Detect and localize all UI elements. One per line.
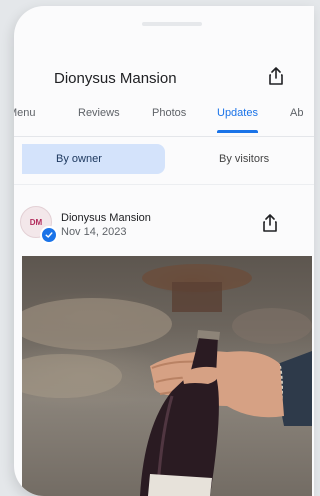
share-button[interactable] bbox=[264, 64, 288, 88]
wine-bottle-photo bbox=[22, 264, 312, 496]
tab-label: Menu bbox=[14, 107, 36, 119]
tab-label: Reviews bbox=[78, 107, 120, 119]
tab-menu[interactable]: Menu bbox=[14, 106, 36, 136]
filter-by-visitors[interactable]: By visitors bbox=[219, 144, 269, 174]
tab-updates[interactable]: Updates bbox=[217, 106, 258, 136]
tab-label: Updates bbox=[217, 107, 258, 119]
share-icon bbox=[263, 214, 277, 232]
tab-label: Photos bbox=[152, 107, 187, 119]
filter-by-owner[interactable]: By owner bbox=[22, 144, 165, 174]
verified-badge-icon bbox=[40, 226, 58, 244]
tab-about[interactable]: Ab bbox=[290, 106, 303, 136]
place-title: Dionysus Mansion bbox=[54, 70, 177, 87]
post-header: DM Dionysus Mansion Nov 14, 2023 bbox=[14, 204, 314, 252]
post-photo[interactable] bbox=[22, 256, 312, 496]
post-author[interactable]: Dionysus Mansion bbox=[61, 212, 151, 224]
avatar-initials: DM bbox=[29, 217, 43, 227]
update-filter: By owner By visitors bbox=[14, 143, 314, 175]
tab-bar: Menu Reviews Photos Updates Ab bbox=[14, 106, 314, 137]
place-header: Dionysus Mansion bbox=[14, 50, 314, 102]
active-tab-indicator bbox=[217, 130, 258, 133]
post-date: Nov 14, 2023 bbox=[61, 226, 127, 238]
share-icon bbox=[269, 67, 283, 85]
tab-label: Ab bbox=[290, 107, 304, 119]
post-share-button[interactable] bbox=[262, 214, 282, 236]
tab-photos[interactable]: Photos bbox=[152, 106, 186, 136]
divider bbox=[14, 184, 314, 185]
speaker-notch bbox=[142, 22, 202, 26]
phone-screen: Dionysus Mansion Menu Reviews Photos Upd… bbox=[14, 6, 314, 496]
tab-reviews[interactable]: Reviews bbox=[78, 106, 120, 136]
